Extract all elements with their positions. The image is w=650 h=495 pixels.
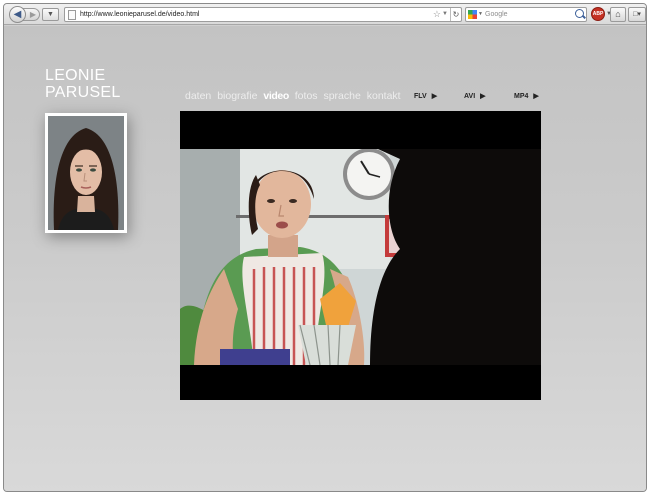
home-icon: ⌂ [615,9,621,19]
play-triangle-icon: ▶ [533,93,539,100]
video-frame[interactable] [180,149,541,365]
portrait-photo [45,113,127,233]
history-buttons: ◀ ▶ [9,6,40,23]
portrait-image [48,116,124,230]
search-bar[interactable]: ▼ Google [465,7,587,22]
page-icon [68,10,76,20]
browser-toolbar: ◀ ▶ ▼ http://www.leonieparusel.de/video.… [4,4,646,25]
play-triangle-icon: ▶ [431,93,438,100]
nav-video[interactable]: video [263,90,289,102]
reload-button[interactable]: ↻ [450,8,461,21]
back-arrow-icon: ◀ [13,9,22,20]
format-label: MP4 [514,93,529,100]
nav-daten[interactable]: daten [185,90,211,102]
magnifier-icon[interactable] [575,9,584,18]
download-flv-link[interactable]: FLV ▶ [414,92,437,101]
reload-icon: ↻ [452,10,460,19]
back-button[interactable]: ◀ [9,6,26,23]
nav-sprache[interactable]: sprache [323,90,360,102]
browser-window: ◀ ▶ ▼ http://www.leonieparusel.de/video.… [3,3,647,492]
page-content: LEONIE PARUSEL daten biografie video fot… [4,26,646,491]
download-mp4-link[interactable]: MP4 ▶ [514,92,539,101]
search-input[interactable]: Google [485,9,508,21]
url-bar[interactable]: http://www.leonieparusel.de/video.html ☆… [64,7,462,22]
engine-dropdown-icon[interactable]: ▼ [478,8,483,21]
search-engine-icon[interactable] [468,10,477,19]
site-logo[interactable]: LEONIE PARUSEL [45,67,121,101]
extension-icon: □▾ [633,11,641,18]
format-label: FLV [414,93,427,100]
download-avi-link[interactable]: AVI ▶ [464,92,486,101]
bookmark-star-icon[interactable]: ☆ [433,8,441,21]
main-navigation: daten biografie video fotos sprache kont… [185,89,404,103]
extension-button[interactable]: □▾ [628,7,646,22]
url-text[interactable]: http://www.leonieparusel.de/video.html [80,9,199,21]
nav-fotos[interactable]: fotos [295,90,318,102]
url-dropdown-icon[interactable]: ▼ [442,8,448,21]
brand-last-name: PARUSEL [45,84,121,101]
brand-first-name: LEONIE [45,67,106,84]
page-info-icon: ▼ [47,11,54,18]
nav-biografie[interactable]: biografie [217,90,257,102]
format-label: AVI [464,93,476,100]
forward-arrow-icon: ▶ [29,10,36,19]
wall-clock-icon [343,149,395,200]
adblock-button[interactable]: ABP [591,7,605,21]
video-player[interactable] [180,111,541,400]
home-button[interactable]: ⌂ [610,7,626,22]
nav-kontakt[interactable]: kontakt [367,90,401,102]
page-menu-button[interactable]: ▼ [42,8,59,21]
play-triangle-icon: ▶ [480,93,486,100]
